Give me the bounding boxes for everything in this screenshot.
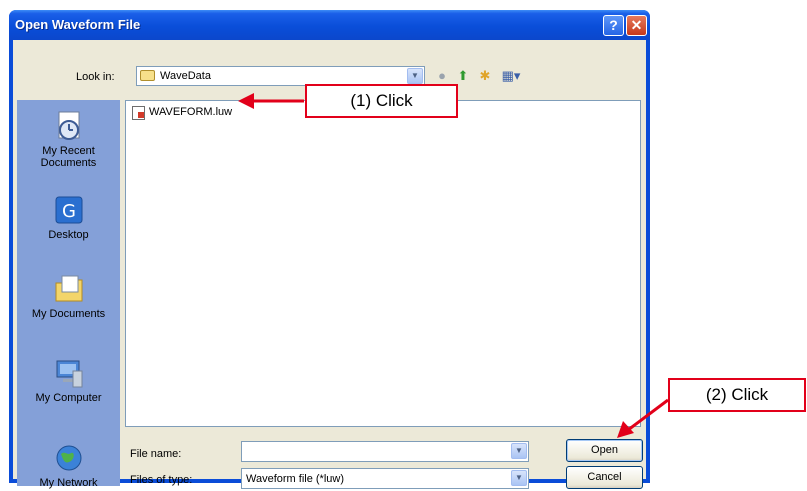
callout-step-1: (1) Click — [305, 84, 458, 118]
annotation-arrows — [238, 93, 669, 438]
arrow-head-icon — [238, 93, 254, 109]
arrow-head-icon — [617, 421, 634, 438]
callout-step-2: (2) Click — [668, 378, 806, 412]
